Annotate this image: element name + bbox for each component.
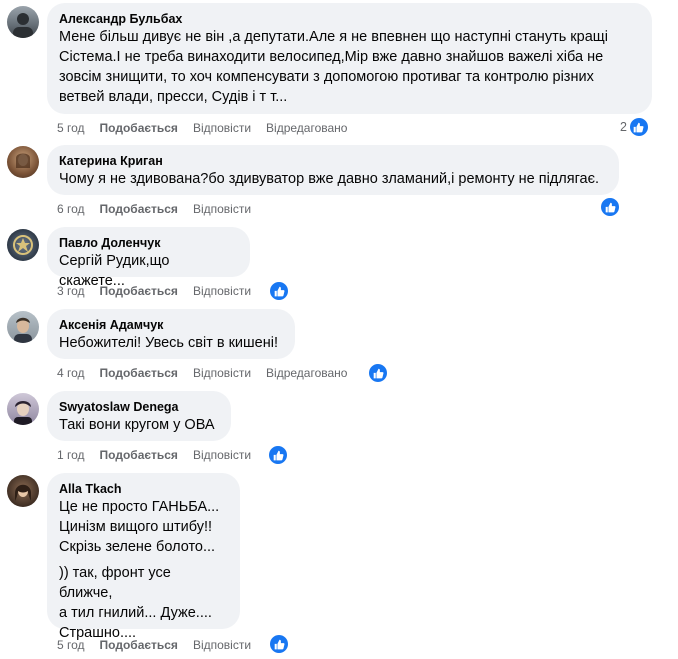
timestamp[interactable]: 3 год [57,284,85,298]
reaction-count[interactable] [368,363,388,383]
like-button[interactable]: Подобається [100,284,178,298]
timestamp[interactable]: 5 год [57,121,85,135]
comment-bubble: Аксенія Адамчук Небожителі! Увесь світ в… [47,309,295,359]
reaction-count[interactable] [269,281,289,301]
like-button[interactable]: Подобається [100,638,178,652]
like-icon [600,197,620,217]
reaction-count[interactable] [268,445,288,465]
timestamp[interactable]: 6 год [57,202,85,216]
like-icon [628,117,649,137]
comment-actions: 4 год Подобається Відповісти Відредаговано [57,365,362,381]
comment-text-continued: )) так, фронт усе ближче, а тил гнилий..… [59,565,212,641]
like-button[interactable]: Подобається [100,366,178,380]
like-button[interactable]: Подобається [100,448,178,462]
like-button[interactable]: Подобається [100,121,178,135]
author-name[interactable]: Alla Tkach [59,481,228,497]
comment-actions: 6 год Подобається Відповісти [57,201,266,217]
reaction-count[interactable]: 2 [620,117,649,137]
timestamp[interactable]: 1 год [57,448,85,462]
comment-actions: 1 год Подобається Відповісти [57,447,266,463]
reply-button[interactable]: Відповісти [193,448,251,462]
reply-button[interactable]: Відповісти [193,638,251,652]
comment-bubble: Павло Доленчук Сергій Рудик,що скажете..… [47,227,250,289]
avatar[interactable] [7,6,39,38]
comment-text: Це не просто ГАНЬБА... Цинізм вищого шти… [59,499,220,555]
like-icon [368,363,388,383]
like-button[interactable]: Подобається [100,202,178,216]
author-name[interactable]: Александр Бульбах [59,11,640,27]
avatar[interactable] [7,393,39,425]
comment-bubble: Swyatoslaw Denega Такі вони кругом у ОВА [47,391,231,441]
author-name[interactable]: Катерина Криган [59,153,607,169]
comment-actions: 5 год Подобається Відповісти [57,637,266,653]
edited-label[interactable]: Відредаговано [266,121,347,135]
comment-bubble: Александр Бульбах Мене більш дивує не ві… [47,3,652,114]
reply-button[interactable]: Відповісти [193,202,251,216]
reaction-count[interactable] [269,634,289,654]
timestamp[interactable]: 4 год [57,366,85,380]
comment-text: Такі вони кругом у ОВА [59,417,215,433]
reaction-number: 2 [620,120,627,134]
author-name[interactable]: Аксенія Адамчук [59,317,283,333]
author-name[interactable]: Павло Доленчук [59,235,238,251]
avatar[interactable] [7,229,39,261]
avatar[interactable] [7,475,39,507]
comment-actions: 5 год Подобається Відповісти Відредаговано [57,120,362,136]
reply-button[interactable]: Відповісти [193,284,251,298]
comment-text: Чому я не здивована?бо здивуватор вже да… [59,171,600,187]
comment-bubble: Катерина Криган Чому я не здивована?бо з… [47,145,619,195]
like-icon [269,634,289,654]
avatar[interactable] [7,311,39,343]
timestamp[interactable]: 5 год [57,638,85,652]
reaction-count[interactable] [600,197,620,217]
comment-bubble: Alla Tkach Це не просто ГАНЬБА... Цинізм… [47,473,240,641]
like-icon [269,281,289,301]
like-icon [268,445,288,465]
comment-text: Небожителі! Увесь світ в кишені! [59,335,278,351]
author-name[interactable]: Swyatoslaw Denega [59,399,219,415]
edited-label[interactable]: Відредаговано [266,366,347,380]
comment-actions: 3 год Подобається Відповісти [57,283,266,299]
reply-button[interactable]: Відповісти [193,121,251,135]
reply-button[interactable]: Відповісти [193,366,251,380]
comment-text: Мене більш дивує не він ,а депутати.Але … [59,29,608,105]
avatar[interactable] [7,146,39,178]
